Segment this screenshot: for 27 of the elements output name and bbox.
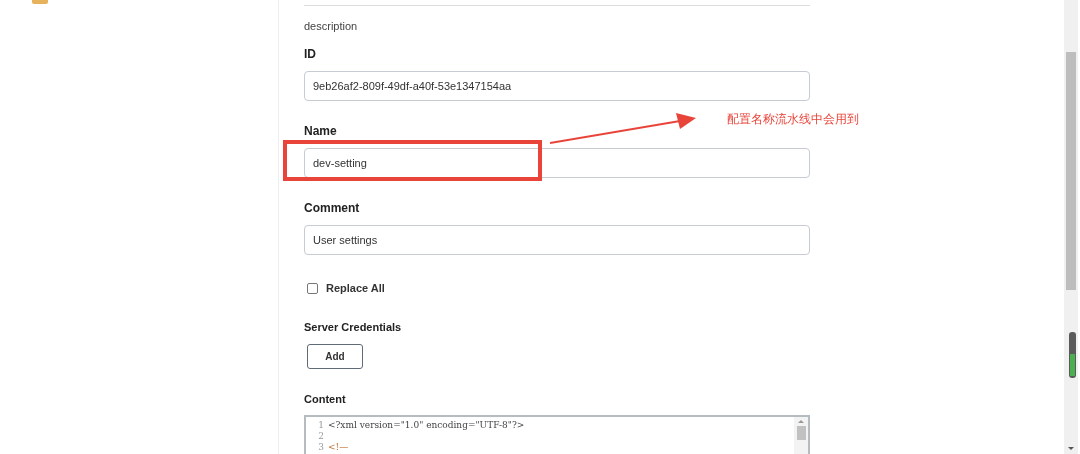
line-number: 3 <box>317 442 325 453</box>
add-button[interactable]: Add <box>307 344 363 369</box>
annotation-text: 配置名称流水线中会用到 <box>727 111 859 128</box>
field-label: Content <box>304 392 346 407</box>
input-field[interactable]: dev-setting <box>304 148 810 178</box>
page-scrollbar[interactable] <box>1064 0 1078 454</box>
scroll-down-icon <box>1068 447 1074 450</box>
scroll-thumb[interactable] <box>796 426 806 440</box>
code-line: <?xml version="1.0" encoding="UTF-8"?> <box>328 420 525 431</box>
battery-level-icon <box>1069 332 1076 378</box>
arrow-icon <box>550 112 696 145</box>
scroll-up-icon <box>798 420 804 423</box>
input-field[interactable]: 9eb26af2-809f-49df-a40f-53e1347154aa <box>304 71 810 101</box>
checkbox-label: Replace All <box>326 280 385 296</box>
scroll-thumb[interactable] <box>1066 52 1076 290</box>
field-label: Server Credentials <box>304 320 402 335</box>
input-field[interactable]: User settings <box>304 225 810 255</box>
description-text: description <box>304 19 359 34</box>
code-editor[interactable]: 1 <?xml version="1.0" encoding="UTF-8"?> 2 3 <!— <box>304 415 810 454</box>
field-label: Comment <box>304 200 360 217</box>
editor-scrollbar[interactable] <box>794 417 808 454</box>
line-number: 2 <box>317 431 325 442</box>
code-line: <!— <box>328 442 349 453</box>
field-label: ID <box>304 46 316 63</box>
line-number: 1 <box>317 420 325 431</box>
checkbox[interactable] <box>307 282 318 294</box>
field-label: Name <box>304 123 337 140</box>
